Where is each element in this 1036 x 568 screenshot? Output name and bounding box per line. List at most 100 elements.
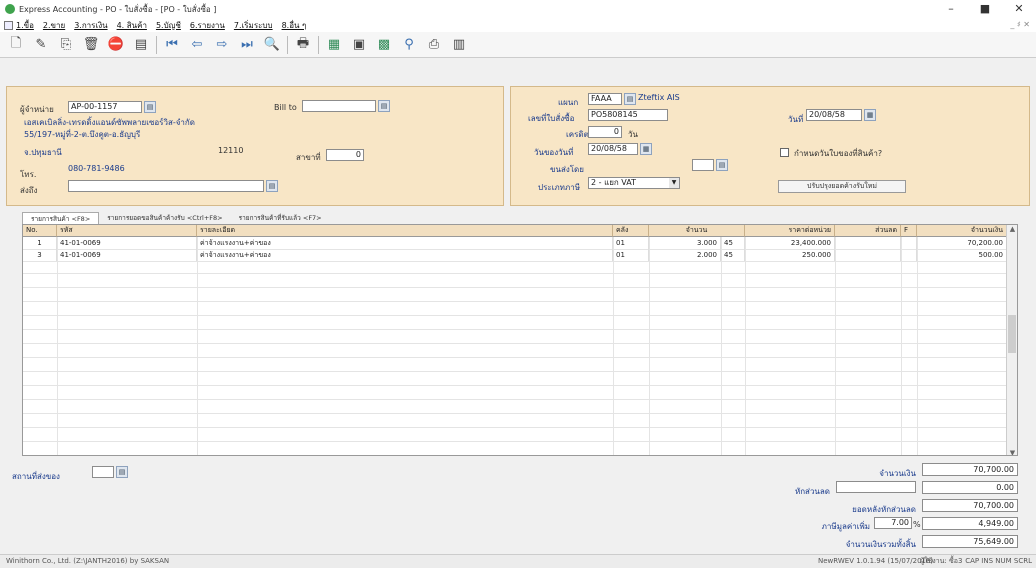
menu-purchase[interactable]: 1.ขื้อ bbox=[16, 19, 34, 32]
col-header-discount[interactable]: ส่วนลด bbox=[835, 225, 901, 237]
cell-no[interactable]: 3 bbox=[23, 249, 57, 261]
delivery-place-input[interactable] bbox=[92, 466, 114, 478]
credit-input[interactable]: 0 bbox=[588, 126, 622, 138]
printer-icon[interactable]: ⎙ bbox=[424, 35, 444, 55]
cell-warehouse[interactable]: 01 bbox=[613, 237, 649, 249]
menu-sales[interactable]: 2.ขาย bbox=[43, 19, 65, 32]
close-button[interactable]: ✕ bbox=[1002, 0, 1036, 18]
next-icon[interactable]: ⇨ bbox=[212, 35, 232, 55]
after-discount-value: 70,700.00 bbox=[922, 499, 1018, 512]
calendar-icon[interactable]: ▦ bbox=[864, 109, 876, 121]
vendor-code-input[interactable]: AP-00-1157 bbox=[68, 101, 142, 113]
menu-setup[interactable]: 7.เริ่มระบบ bbox=[234, 19, 273, 32]
tab-items[interactable]: รายการสินค้า <F8> bbox=[22, 212, 100, 224]
cell-desc[interactable]: ค่าจ้างแรงงาน+ค่าของ bbox=[197, 249, 613, 261]
cell-amount[interactable]: 70,200.00 bbox=[917, 237, 1007, 249]
branch-input[interactable]: 0 bbox=[326, 149, 364, 161]
bill-to-lookup-icon[interactable]: ▤ bbox=[378, 100, 390, 112]
menu-other[interactable]: 8.อื่น ๆ bbox=[282, 19, 307, 32]
receive-calendar-icon[interactable]: ▦ bbox=[640, 143, 652, 155]
col-header-f[interactable]: F bbox=[901, 225, 917, 237]
cancel-icon[interactable]: ⛔ bbox=[106, 35, 126, 55]
receive-date-checkbox[interactable] bbox=[780, 148, 789, 157]
vendor-label: ผู้จำหน่าย bbox=[20, 105, 54, 114]
vat-rate-input[interactable]: 7.00 bbox=[874, 517, 912, 529]
col-header-amount[interactable]: จำนวนเงิน bbox=[917, 225, 1007, 237]
scroll-thumb[interactable] bbox=[1008, 315, 1016, 353]
first-icon[interactable]: ⏮ bbox=[162, 35, 182, 55]
cell-price[interactable]: 250.000 bbox=[745, 249, 835, 261]
tab-pending[interactable]: รายการยอดขอสินค้าค้างรับ <Ctrl+F8> bbox=[99, 212, 230, 224]
date-input[interactable]: 20/08/58 bbox=[806, 109, 862, 121]
export-icon[interactable]: ▦ bbox=[324, 35, 344, 55]
cell-f[interactable] bbox=[901, 237, 917, 249]
cell-unit[interactable]: 45 bbox=[721, 249, 745, 261]
receive-date-input[interactable]: 20/08/58 bbox=[588, 143, 638, 155]
maximize-button[interactable]: ■ bbox=[968, 0, 1002, 18]
toolbar: 🗋 ✎ ⎘ 🗑 ⛔ ▤ ⏮ ⇦ ⇨ ⏭ 🔍 🖶 ▦ ▣ ▩ ⚲ ⎙ ▥ bbox=[0, 32, 1036, 58]
book-icon[interactable]: ▥ bbox=[449, 35, 469, 55]
delete-icon[interactable]: 🗑 bbox=[81, 35, 101, 55]
total-label: จำนวนเงิน bbox=[879, 469, 916, 478]
cell-discount[interactable] bbox=[835, 249, 901, 261]
chevron-down-icon[interactable]: ▼ bbox=[669, 178, 679, 188]
ship-by-lookup-icon[interactable]: ▤ bbox=[716, 159, 728, 171]
cell-desc[interactable]: ค่าจ้างแรงงาน+ค่าของ bbox=[197, 237, 613, 249]
cell-qty[interactable]: 3.000 bbox=[649, 237, 721, 249]
search-icon[interactable]: 🔍 bbox=[262, 35, 282, 55]
vendor-lookup-icon[interactable]: ▤ bbox=[144, 101, 156, 113]
credit-label: เครดิต bbox=[566, 130, 589, 139]
status-company: Winithorn Co., Ltd. (Z:\JANTH2016) by SA… bbox=[6, 557, 170, 565]
col-header-price[interactable]: ราคาต่อหน่วย bbox=[745, 225, 835, 237]
grid-scrollbar[interactable]: ▲ ▼ bbox=[1006, 225, 1017, 455]
print-icon[interactable]: 🖶 bbox=[293, 35, 313, 55]
items-grid: No. รหัส รายละเอียด คลัง จำนวน ราคาต่อหน… bbox=[22, 224, 1018, 456]
cell-price[interactable]: 23,400.000 bbox=[745, 237, 835, 249]
delivery-lookup-icon[interactable]: ▤ bbox=[116, 466, 128, 478]
cell-qty[interactable]: 2.000 bbox=[649, 249, 721, 261]
prev-icon[interactable]: ⇦ bbox=[187, 35, 207, 55]
discount-input[interactable] bbox=[836, 481, 916, 493]
minimize-button[interactable]: – bbox=[934, 0, 968, 18]
cell-warehouse[interactable]: 01 bbox=[613, 249, 649, 261]
menu-accounting[interactable]: 5.บัญชี bbox=[156, 19, 181, 32]
col-header-qty[interactable]: จำนวน bbox=[649, 225, 745, 237]
bill-to-label: Bill to bbox=[274, 103, 297, 112]
cell-no[interactable]: 1 bbox=[23, 237, 57, 249]
dept-lookup-icon[interactable]: ▤ bbox=[624, 93, 636, 105]
col-header-no[interactable]: No. bbox=[23, 225, 57, 237]
po-number-input[interactable]: PO5808145 bbox=[588, 109, 668, 121]
cell-f[interactable] bbox=[901, 249, 917, 261]
cell-code[interactable]: 41-01-0069 bbox=[57, 249, 197, 261]
scroll-up-icon[interactable]: ▲ bbox=[1007, 225, 1017, 233]
last-icon[interactable]: ⏭ bbox=[237, 35, 257, 55]
col-header-code[interactable]: รหัส bbox=[57, 225, 197, 237]
cell-code[interactable]: 41-01-0069 bbox=[57, 237, 197, 249]
person-icon[interactable]: ⚲ bbox=[399, 35, 419, 55]
ship-by-input[interactable] bbox=[692, 159, 714, 171]
ship-to-lookup-icon[interactable]: ▤ bbox=[266, 180, 278, 192]
attach-icon[interactable]: ▩ bbox=[374, 35, 394, 55]
cell-amount[interactable]: 500.00 bbox=[917, 249, 1007, 261]
menu-reports[interactable]: 6.รายงาน bbox=[190, 19, 225, 32]
mdi-controls[interactable]: _ ♯ ✕ bbox=[1010, 18, 1030, 32]
cell-discount[interactable] bbox=[835, 237, 901, 249]
edit-icon[interactable]: ✎ bbox=[31, 35, 51, 55]
dept-code-input[interactable]: FAAA bbox=[588, 93, 622, 105]
col-header-desc[interactable]: รายละเอียด bbox=[197, 225, 613, 237]
menu-inventory[interactable]: 4. สินค้า bbox=[117, 19, 147, 32]
scroll-down-icon[interactable]: ▼ bbox=[1007, 449, 1017, 455]
save-icon[interactable]: ▤ bbox=[131, 35, 151, 55]
copy-icon[interactable]: ⎘ bbox=[56, 35, 76, 55]
bill-to-input[interactable] bbox=[302, 100, 376, 112]
ship-to-input[interactable] bbox=[68, 180, 264, 192]
vat-type-select[interactable]: 2 - แยก VAT ▼ bbox=[588, 177, 680, 189]
update-balance-button[interactable]: ปรับปรุงยอดค้างรับใหม่ bbox=[778, 180, 906, 193]
cell-unit[interactable]: 45 bbox=[721, 237, 745, 249]
col-header-warehouse[interactable]: คลัง bbox=[613, 225, 649, 237]
tab-received[interactable]: รายการสินค้าที่รับแล้ว <F7> bbox=[231, 212, 330, 224]
menu-finance[interactable]: 3.การเงิน bbox=[74, 19, 107, 32]
ship-to-label: ส่งถึง bbox=[20, 186, 38, 195]
new-doc-icon[interactable]: 🗋 bbox=[6, 35, 26, 55]
calc-icon[interactable]: ▣ bbox=[349, 35, 369, 55]
